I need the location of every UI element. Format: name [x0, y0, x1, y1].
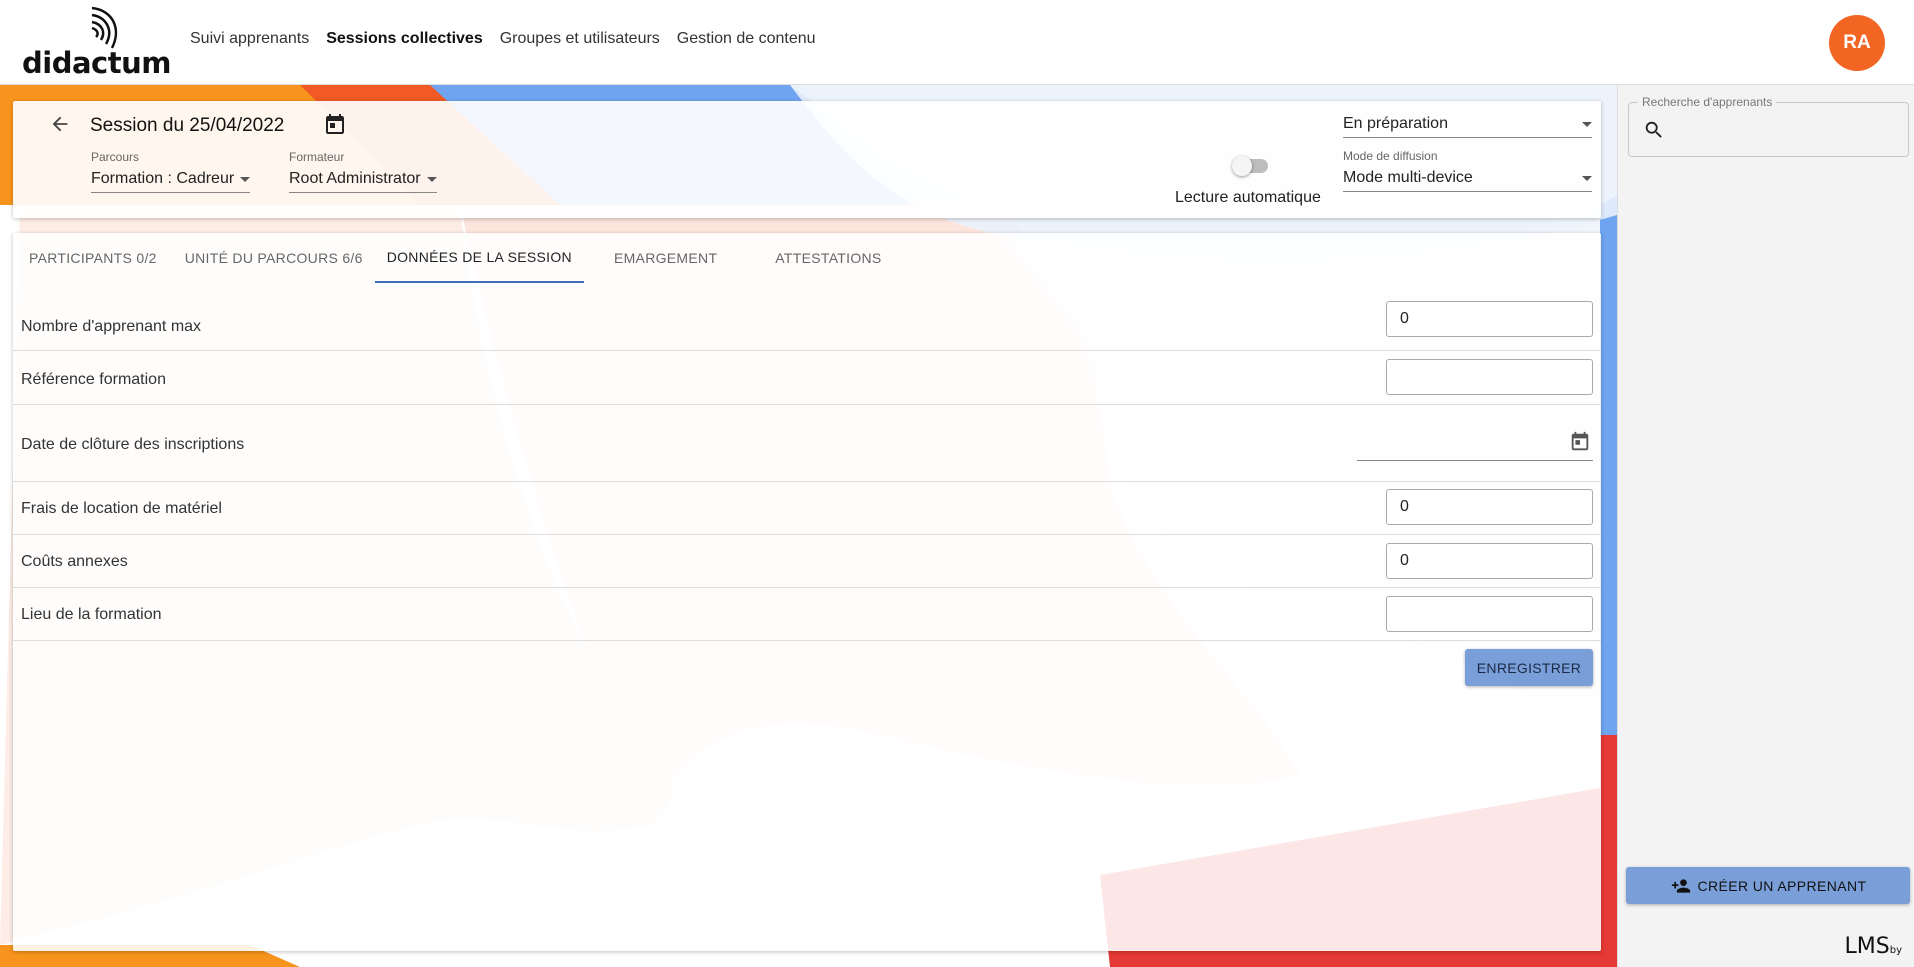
nav-sessions-collectives[interactable]: Sessions collectives — [326, 30, 483, 48]
form-row-location: Lieu de la formation — [13, 588, 1601, 641]
reference-input[interactable] — [1386, 359, 1593, 395]
learners-sidebar: Recherche d'apprenants CRÉER UN APPRENAN… — [1617, 85, 1914, 967]
tab-attestations[interactable]: ATTESTATIONS — [747, 233, 909, 283]
nav-suivi-apprenants[interactable]: Suivi apprenants — [190, 30, 309, 48]
session-tabs: PARTICIPANTS 0/2 UNITÉ DU PARCOURS 6/6 D… — [13, 233, 910, 283]
location-label: Lieu de la formation — [21, 606, 162, 623]
mode-label: Mode de diffusion — [1343, 149, 1438, 163]
chevron-down-icon — [1582, 175, 1592, 181]
learner-search-input[interactable]: Recherche d'apprenants — [1628, 95, 1909, 157]
reference-label: Référence formation — [21, 371, 166, 388]
parcours-select[interactable]: Formation : Cadreur — [91, 170, 251, 193]
mode-select[interactable]: Mode multi-device — [1343, 169, 1592, 192]
nav-gestion-contenu[interactable]: Gestion de contenu — [677, 30, 816, 48]
form-row-extra-costs: Coûts annexes 0 — [13, 535, 1601, 588]
auto-play-label: Lecture automatique — [1175, 189, 1321, 206]
toggle-knob — [1232, 156, 1252, 176]
lms-text: LMS — [1844, 934, 1890, 959]
tab-donnees-session[interactable]: DONNÉES DE LA SESSION — [374, 233, 584, 283]
status-select[interactable]: En préparation — [1343, 115, 1592, 138]
create-learner-label: CRÉER UN APPRENANT — [1697, 877, 1867, 894]
form-row-closing-date: Date de clôture des inscriptions — [13, 405, 1601, 482]
search-icon — [1645, 121, 1662, 138]
auto-play-toggle[interactable] — [1232, 156, 1268, 176]
search-label: Recherche d'apprenants — [1638, 95, 1777, 109]
chevron-down-icon — [1582, 121, 1592, 127]
max-learners-input[interactable]: 0 — [1386, 301, 1593, 337]
parcours-value: Formation : Cadreur — [91, 170, 235, 187]
formateur-label: Formateur — [289, 150, 345, 164]
parcours-field: Parcours Formation : Cadreur — [91, 150, 251, 193]
chevron-down-icon — [426, 176, 437, 182]
lms-by-text: by — [1889, 945, 1902, 956]
form-row-rental-fees: Frais de location de matériel 0 — [13, 482, 1601, 535]
mode-field: Mode de diffusion Mode multi-device — [1343, 149, 1592, 192]
session-content: PARTICIPANTS 0/2 UNITÉ DU PARCOURS 6/6 D… — [13, 233, 1601, 951]
closing-date-input[interactable] — [1357, 427, 1593, 461]
nav-groupes-utilisateurs[interactable]: Groupes et utilisateurs — [500, 30, 660, 48]
save-button[interactable]: ENREGISTRER — [1465, 649, 1593, 686]
closing-date-label: Date de clôture des inscriptions — [21, 436, 245, 453]
tab-emargement[interactable]: EMARGEMENT — [584, 233, 747, 283]
location-input[interactable] — [1386, 596, 1593, 632]
logo-text: didactum — [22, 46, 171, 80]
form-row-reference: Référence formation — [13, 351, 1601, 405]
rental-fees-label: Frais de location de matériel — [21, 500, 222, 517]
extra-costs-input[interactable]: 0 — [1386, 543, 1593, 579]
rental-fees-input[interactable]: 0 — [1386, 489, 1593, 525]
lms-logo: LMSby — [1845, 934, 1902, 959]
back-arrow-icon[interactable] — [49, 113, 71, 135]
max-learners-label: Nombre d'apprenant max — [21, 318, 202, 335]
parcours-label: Parcours — [91, 150, 140, 164]
add-user-icon — [1672, 878, 1691, 893]
session-title: Session du 25/04/2022 — [90, 115, 285, 136]
extra-costs-label: Coûts annexes — [21, 553, 128, 570]
user-avatar[interactable]: RA — [1829, 15, 1885, 71]
chevron-down-icon — [240, 176, 251, 182]
create-learner-button[interactable]: CRÉER UN APPRENANT — [1626, 867, 1910, 904]
formateur-value: Root Administrator — [289, 170, 421, 187]
tab-participants[interactable]: PARTICIPANTS 0/2 — [13, 233, 173, 283]
session-header: Session du 25/04/2022 Parcours Formation… — [13, 101, 1601, 218]
formateur-field: Formateur Root Administrator — [289, 150, 437, 193]
status-value: En préparation — [1343, 115, 1448, 132]
mode-value: Mode multi-device — [1343, 169, 1473, 186]
calendar-icon[interactable] — [323, 113, 347, 137]
tab-unite-parcours[interactable]: UNITÉ DU PARCOURS 6/6 — [173, 233, 375, 283]
didactum-logo[interactable]: didactum — [22, 6, 171, 80]
form-row-max-learners: Nombre d'apprenant max 0 — [13, 301, 1601, 351]
formateur-select[interactable]: Root Administrator — [289, 170, 437, 193]
calendar-icon[interactable] — [1569, 431, 1591, 453]
main-nav: Suivi apprenants Sessions collectives Gr… — [190, 30, 816, 48]
status-field: En préparation — [1343, 115, 1592, 138]
top-navbar: didactum Suivi apprenants Sessions colle… — [0, 0, 1914, 85]
